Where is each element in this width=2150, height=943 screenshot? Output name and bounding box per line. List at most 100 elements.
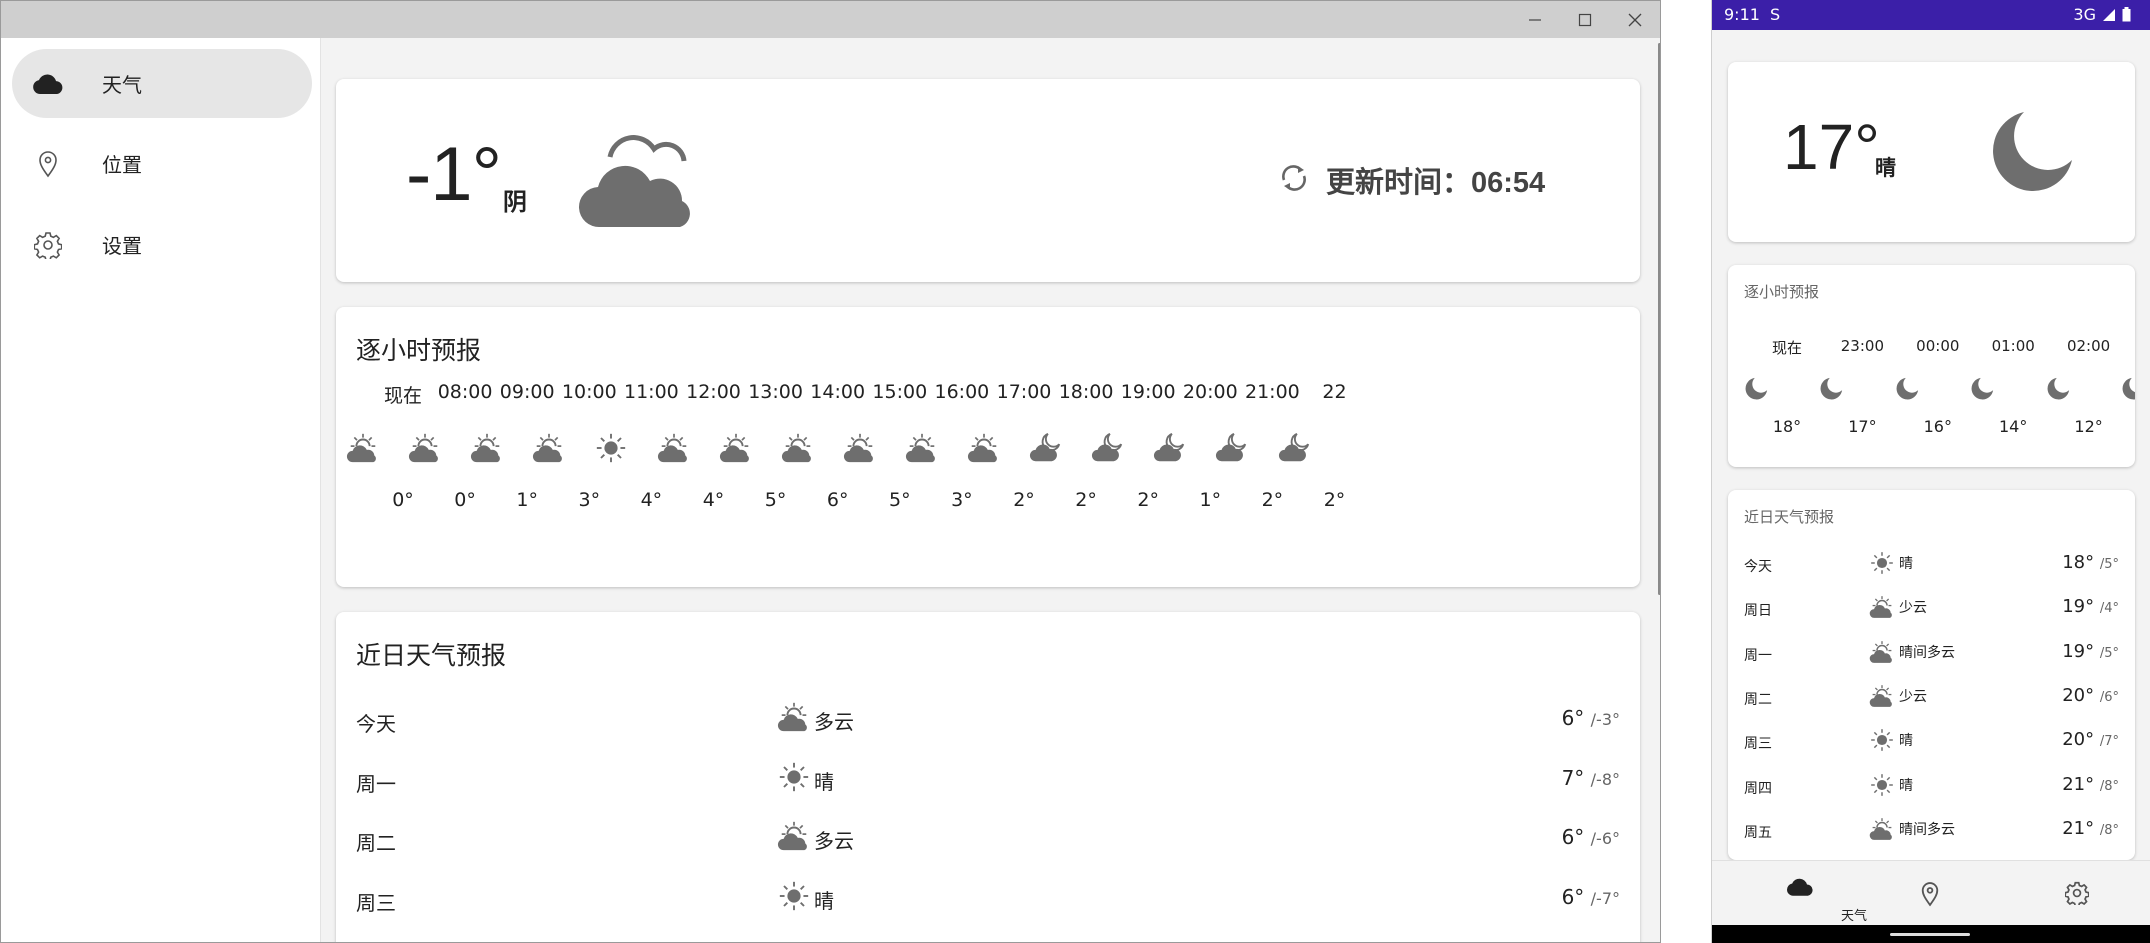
- maximize-button[interactable]: [1560, 1, 1610, 38]
- partly-cloudy-night-icon: [1090, 431, 1126, 465]
- partly-cloudy-night-icon: [1028, 431, 1064, 465]
- nav-item-label: 天气: [1840, 909, 1867, 924]
- nav-item-location[interactable]: [1890, 869, 1970, 919]
- overcast-cloud-icon: [578, 127, 704, 235]
- partly-cloudy-day-icon: [531, 431, 567, 465]
- sidebar-item-location[interactable]: 位置: [12, 129, 312, 198]
- daily-row: 今天 晴 18° /5°: [1728, 550, 2135, 580]
- daily-row: 周日 少云 19° /4°: [1728, 594, 2135, 624]
- update-time-label: 更新时间：06:54: [1326, 167, 1546, 199]
- daily-temps: 20° /6°: [2062, 685, 2119, 706]
- daily-condition: 晴: [1899, 556, 1913, 572]
- hourly-forecast-card: 逐小时预报 现在 18° 23:00 17° 00:00 16° 01:00 14° 0…: [1728, 265, 2135, 467]
- sun-icon: [1869, 727, 1895, 753]
- daily-low: /5°: [2099, 557, 2119, 572]
- hourly-time: 23:00: [1840, 337, 1884, 355]
- partly-cloudy-day-icon: [1869, 639, 1895, 665]
- daily-condition: 晴: [1899, 777, 1913, 794]
- status-bar: 9:11 S 3G: [1712, 0, 2150, 30]
- daily-day: 周五: [1744, 824, 1772, 841]
- daily-high: 7°: [1561, 765, 1585, 790]
- sidebar-item-label: 位置: [102, 153, 142, 177]
- sidebar: 天气 位置 设置: [1, 38, 321, 942]
- daily-condition: 多云: [814, 710, 854, 734]
- daily-low: /8°: [2099, 822, 2119, 838]
- gear-icon: [2064, 881, 2090, 908]
- sidebar-item-settings[interactable]: 设置: [12, 210, 312, 279]
- daily-temps: 21° /8°: [2062, 774, 2119, 795]
- hourly-forecast-card: 逐小时预报 现在 0° 08:00 0° 09:00 1° 10:00 3° 11:00…: [336, 307, 1640, 587]
- daily-condition: 少云: [1899, 600, 1927, 617]
- partly-cloudy-night-icon: [1277, 431, 1313, 465]
- daily-high: 20°: [2062, 729, 2095, 751]
- main-content: -1° 阴 更新时间：06:54 逐小时预报 现在 0° 08:00 0° 09…: [322, 38, 1660, 942]
- hourly-temp: 2°: [1323, 489, 1346, 511]
- sun-icon: [1869, 772, 1895, 798]
- daily-low: /-6°: [1590, 829, 1620, 849]
- current-temperature: -1°: [406, 132, 502, 217]
- phone-screen: 9:11 S 3G 17° 晴 逐小时预报 现在 18° 23:00 17° 00:…: [1711, 0, 2150, 943]
- sidebar-item-weather[interactable]: 天气: [12, 49, 312, 118]
- daily-condition: 晴间多云: [1899, 644, 1955, 661]
- partly-cloudy-night-icon: [1152, 431, 1188, 465]
- desktop-window: 天气 位置 设置 -1° 阴 更新时间：06:54 逐小时预报 现在 0° 08…: [0, 0, 1661, 943]
- daily-day: 周一: [1744, 647, 1772, 664]
- daily-high: 6°: [1561, 706, 1585, 730]
- current-condition: 晴: [1875, 156, 1896, 180]
- daily-condition: 少云: [1899, 688, 1927, 705]
- daily-low: /8°: [2099, 778, 2119, 794]
- hourly-temp: 18°: [1772, 417, 1802, 436]
- daily-row: 周四 晴 21° /8°: [1728, 772, 2135, 802]
- hourly-time: 现在: [1771, 339, 1802, 357]
- scrollbar[interactable]: [1658, 43, 1660, 595]
- hourly-temp: 17°: [1848, 417, 1877, 436]
- partly-cloudy-day-icon: [718, 431, 754, 465]
- daily-low: /6°: [2099, 689, 2119, 705]
- daily-high: 19°: [2062, 640, 2095, 662]
- partly-cloudy-day-icon: [904, 431, 940, 465]
- partly-cloudy-day-icon: [777, 700, 811, 734]
- daily-condition: 晴间多云: [1899, 821, 1955, 838]
- daily-forecast-card: 近日天气预报 今天 晴 18° /5° 周日 少云 19° /4° 周一 晴间多云 …: [1728, 490, 2135, 860]
- daily-low: /-7°: [1590, 889, 1620, 909]
- hourly-forecast-title: 逐小时预报: [1744, 283, 1820, 301]
- moon-icon: [1986, 108, 2076, 202]
- partly-cloudy-day-icon: [1869, 594, 1895, 620]
- daily-forecast-title: 近日天气预报: [1744, 508, 1835, 526]
- daily-row: 周一 晴间多云 19° /5°: [1728, 639, 2135, 669]
- sim-indicator: S: [1770, 5, 1781, 24]
- daily-row: 今天 多云 6° /-3°: [336, 700, 1640, 740]
- moon-icon: [1895, 375, 1921, 401]
- minimize-button[interactable]: [1510, 1, 1560, 38]
- gear-icon: [32, 232, 64, 259]
- partly-cloudy-day-icon: [1869, 683, 1895, 709]
- current-temperature: 17°: [1783, 111, 1880, 183]
- network-type: 3G: [2073, 5, 2096, 24]
- hourly-temp: 12°: [2074, 417, 2103, 436]
- location-pin-icon: [32, 151, 64, 178]
- refresh-icon[interactable]: [1276, 160, 1312, 200]
- close-button[interactable]: [1610, 1, 1660, 38]
- cloud-icon: [32, 71, 64, 97]
- hourly-time: 22: [1322, 381, 1347, 403]
- nav-item-weather[interactable]: 天气: [1760, 869, 1867, 924]
- hourly-time: 02:00: [2066, 337, 2111, 355]
- home-indicator[interactable]: [1890, 933, 1970, 936]
- moon-icon: [1744, 375, 1770, 401]
- daily-temps: 6° /-3°: [1562, 706, 1620, 730]
- daily-high: 18°: [2062, 552, 2095, 573]
- hourly-temp: 16°: [1923, 417, 1952, 436]
- sidebar-item-label: 设置: [102, 234, 142, 258]
- moon-icon: [2046, 375, 2072, 401]
- partly-cloudy-day-icon: [656, 431, 692, 465]
- daily-day: 周二: [1744, 691, 1772, 708]
- daily-row: 周五 晴间多云 21° /8°: [1728, 816, 2135, 846]
- daily-day: 周四: [1744, 780, 1772, 797]
- partly-cloudy-day-icon: [469, 431, 505, 465]
- moon-icon: [2121, 375, 2135, 401]
- daily-low: /7°: [2099, 734, 2119, 750]
- bottom-navigation: 天气: [1712, 860, 2150, 925]
- daily-forecast-title: 近日天气预报: [356, 641, 507, 670]
- daily-day: 周日: [1744, 603, 1772, 620]
- nav-item-settings[interactable]: [2037, 869, 2117, 919]
